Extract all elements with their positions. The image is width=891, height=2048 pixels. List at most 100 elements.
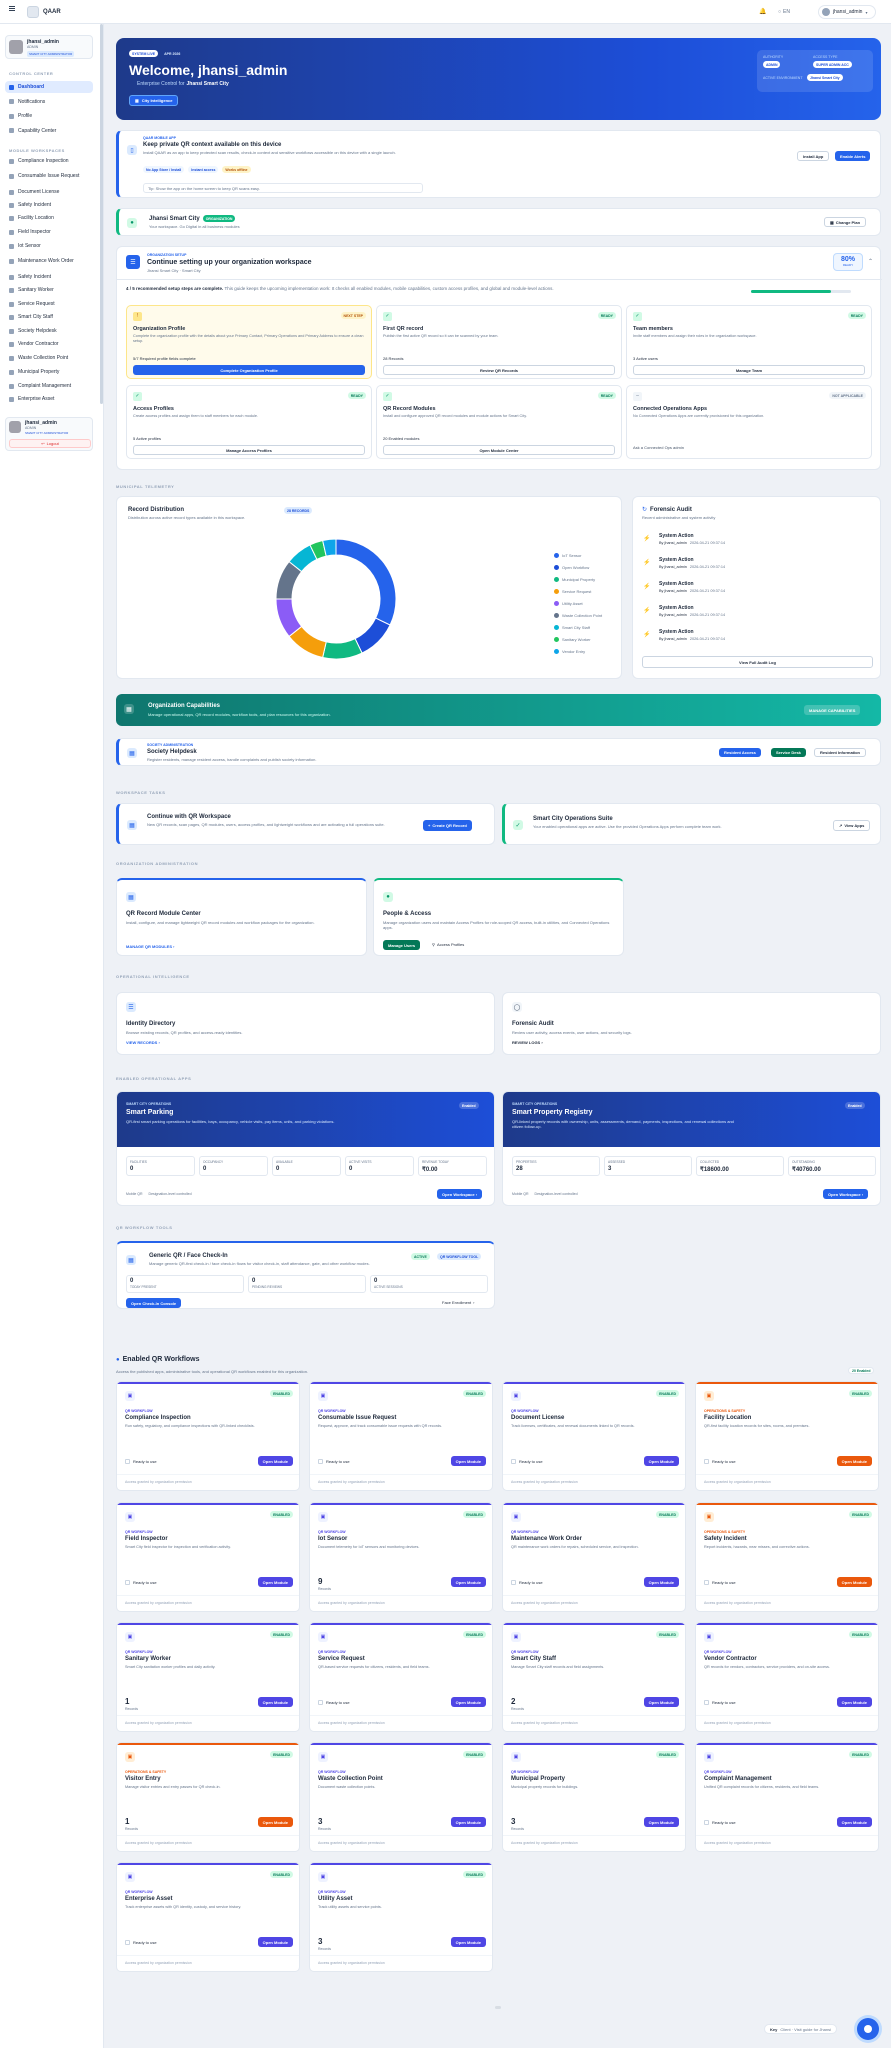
- sidebar-item-waste-collection-point[interactable]: Waste Collection Point: [5, 352, 93, 364]
- assistant-fab[interactable]: [857, 2018, 879, 2040]
- sidebar-item-facility-location[interactable]: Facility Location: [5, 212, 93, 224]
- donut-slice[interactable]: [335, 538, 397, 626]
- open-module-button[interactable]: Open Module: [836, 1577, 872, 1587]
- sidebar-item-enterprise-asset[interactable]: Enterprise Asset: [5, 393, 93, 405]
- sidebar-item-safety-incident[interactable]: Safety Incident: [5, 271, 93, 283]
- sidebar-item-society-helpdesk[interactable]: Society Helpdesk: [5, 325, 93, 337]
- parking-open-workspace-button[interactable]: Open Workspace ›: [437, 1189, 483, 1199]
- open-module-button[interactable]: Open Module: [257, 1697, 293, 1707]
- sidebar-item-document-license[interactable]: Document License: [5, 186, 93, 198]
- view-apps-button[interactable]: ↗ View Apps: [833, 820, 871, 831]
- open-module-button[interactable]: Open Module: [836, 1697, 872, 1707]
- sidebar-item-sanitary-worker[interactable]: Sanitary Worker: [5, 284, 93, 296]
- legend-item[interactable]: Vendor Entry: [554, 645, 602, 657]
- legend-item[interactable]: IoT Sensor: [554, 549, 602, 561]
- workflow-count-label: Records: [125, 1707, 139, 1711]
- change-plan-button[interactable]: ▦ Change Plan: [824, 217, 867, 227]
- install-tip: Tip: Show the app on the home screen to …: [143, 183, 423, 193]
- logout-button[interactable]: ↩ Logout: [9, 439, 91, 448]
- open-module-button[interactable]: Open Module: [450, 1456, 486, 1466]
- user-menu[interactable]: jhansi_admin ▾: [818, 5, 876, 19]
- distribution-sub: Distribution across active record types …: [128, 515, 246, 520]
- face-enrollment-link[interactable]: Face Enrollment ›: [442, 1300, 474, 1305]
- property-open-workspace-button[interactable]: Open Workspace ›: [823, 1189, 869, 1199]
- open-module-button[interactable]: Open Module: [643, 1577, 679, 1587]
- step-button[interactable]: Review QR Records: [383, 365, 615, 375]
- donut-slice[interactable]: [354, 617, 391, 654]
- sidebar-item-compliance-inspection[interactable]: Compliance Inspection: [5, 155, 93, 167]
- step-link[interactable]: Ask a Connected Ops admin: [633, 445, 684, 450]
- legend-item[interactable]: Open Workflow: [554, 561, 602, 573]
- sidebar-item-capability-center[interactable]: Capability Center: [5, 125, 93, 137]
- sidebar-item-municipal-property[interactable]: Municipal Property: [5, 366, 93, 378]
- menu-icon[interactable]: [9, 8, 15, 9]
- language-selector[interactable]: ○ EN: [778, 9, 790, 15]
- legend-item[interactable]: Smart City Staff: [554, 621, 602, 633]
- legend-item[interactable]: Service Request: [554, 585, 602, 597]
- step-button[interactable]: Manage Team: [633, 365, 865, 375]
- enable-alerts-button[interactable]: Enable Alerts: [835, 151, 871, 161]
- open-module-button[interactable]: Open Module: [257, 1817, 293, 1827]
- step-button[interactable]: Manage Access Profiles: [133, 445, 365, 455]
- legend-item[interactable]: Waste Collection Point: [554, 609, 602, 621]
- manage-capabilities-button[interactable]: MANAGE CAPABILITIES: [804, 705, 861, 715]
- open-module-button[interactable]: Open Module: [450, 1697, 486, 1707]
- manage-qr-modules-link[interactable]: MANAGE QR MODULES ›: [126, 944, 174, 949]
- city-intelligence-button[interactable]: ▦ City Intelligence: [129, 95, 179, 106]
- sidebar-item-iot-sensor[interactable]: Iot Sensor: [5, 240, 93, 252]
- key-icon: ⚲: [432, 942, 435, 947]
- enabled-apps-heading: ENABLED OPERATIONAL APPS: [116, 1076, 192, 1081]
- sidebar-item-smart-city-staff[interactable]: Smart City Staff: [5, 311, 93, 323]
- module-icon: ▣: [318, 1872, 328, 1882]
- legend-item[interactable]: Sanitary Worker: [554, 633, 602, 645]
- legend-dot: [554, 648, 559, 654]
- view-audit-log-button[interactable]: View Full Audit Log: [642, 656, 873, 668]
- create-qr-record-button[interactable]: + Create QR Record: [423, 820, 472, 831]
- step-button[interactable]: Complete Organization Profile: [133, 365, 365, 375]
- sidebar-item-consumable-issue-request[interactable]: Consumable Issue Request: [5, 170, 93, 182]
- open-module-button[interactable]: Open Module: [836, 1817, 872, 1827]
- open-module-button[interactable]: Open Module: [257, 1456, 293, 1466]
- collapse-icon[interactable]: ⌃: [868, 258, 873, 265]
- workflow-footer: Access granted by organization permissio…: [511, 1480, 578, 1484]
- sidebar-scrollbar[interactable]: [100, 24, 103, 404]
- review-logs-link[interactable]: REVIEW LOGS ›: [512, 1040, 543, 1045]
- manage-users-button[interactable]: Manage Users: [383, 940, 421, 950]
- install-app-button[interactable]: Install App: [797, 151, 830, 161]
- sidebar-item-vendor-contractor[interactable]: Vendor Contractor: [5, 338, 93, 350]
- service-desk-button[interactable]: Service Desk: [771, 748, 806, 757]
- sidebar-item-complaint-management[interactable]: Complaint Management: [5, 380, 93, 392]
- hero-banner: SYSTEM LIVE APR 2026 Welcome, jhansi_adm…: [116, 38, 881, 120]
- donut-slice[interactable]: [322, 637, 363, 660]
- step-button[interactable]: Open Module Center: [383, 445, 615, 455]
- sidebar-item-dashboard[interactable]: Dashboard: [5, 81, 93, 93]
- open-module-button[interactable]: Open Module: [450, 1937, 486, 1947]
- parking-enabled-badge: Enabled: [459, 1102, 479, 1109]
- view-records-link[interactable]: VIEW RECORDS ›: [126, 1040, 160, 1045]
- workflow-title: Facility Location: [704, 1415, 752, 1421]
- resident-access-button[interactable]: Resident Access: [719, 748, 761, 757]
- workflow-count: 1: [125, 1697, 130, 1706]
- legend-item[interactable]: Utility Asset: [554, 597, 602, 609]
- open-checkin-console-button[interactable]: Open Check-In Console: [126, 1298, 182, 1308]
- open-module-button[interactable]: Open Module: [643, 1456, 679, 1466]
- open-module-button[interactable]: Open Module: [257, 1577, 293, 1587]
- sidebar-user-card[interactable]: jhansi_admin ADMIN SMART CITY ADMINISTRA…: [5, 35, 93, 59]
- open-module-button[interactable]: Open Module: [450, 1577, 486, 1587]
- open-module-button[interactable]: Open Module: [450, 1817, 486, 1827]
- open-module-button[interactable]: Open Module: [836, 1456, 872, 1466]
- sidebar-item-service-request[interactable]: Service Request: [5, 298, 93, 310]
- sidebar-item-notifications[interactable]: Notifications: [5, 96, 93, 108]
- open-module-button[interactable]: Open Module: [257, 1937, 293, 1947]
- workflow-title: Compliance Inspection: [125, 1415, 191, 1421]
- sidebar-item-field-inspector[interactable]: Field Inspector: [5, 226, 93, 238]
- open-module-button[interactable]: Open Module: [643, 1697, 679, 1707]
- legend-item[interactable]: Municipal Property: [554, 573, 602, 585]
- sidebar-item-safety-incident[interactable]: Safety Incident: [5, 199, 93, 211]
- sidebar-item-profile[interactable]: Profile: [5, 110, 93, 122]
- access-profiles-link[interactable]: ⚲ Access Profiles: [432, 942, 464, 947]
- resident-information-button[interactable]: Resident Information: [814, 748, 867, 757]
- sidebar-item-maintenance-work-order[interactable]: Maintenance Work Order: [5, 255, 93, 267]
- open-module-button[interactable]: Open Module: [643, 1817, 679, 1827]
- bell-icon[interactable]: 🔔: [759, 8, 766, 15]
